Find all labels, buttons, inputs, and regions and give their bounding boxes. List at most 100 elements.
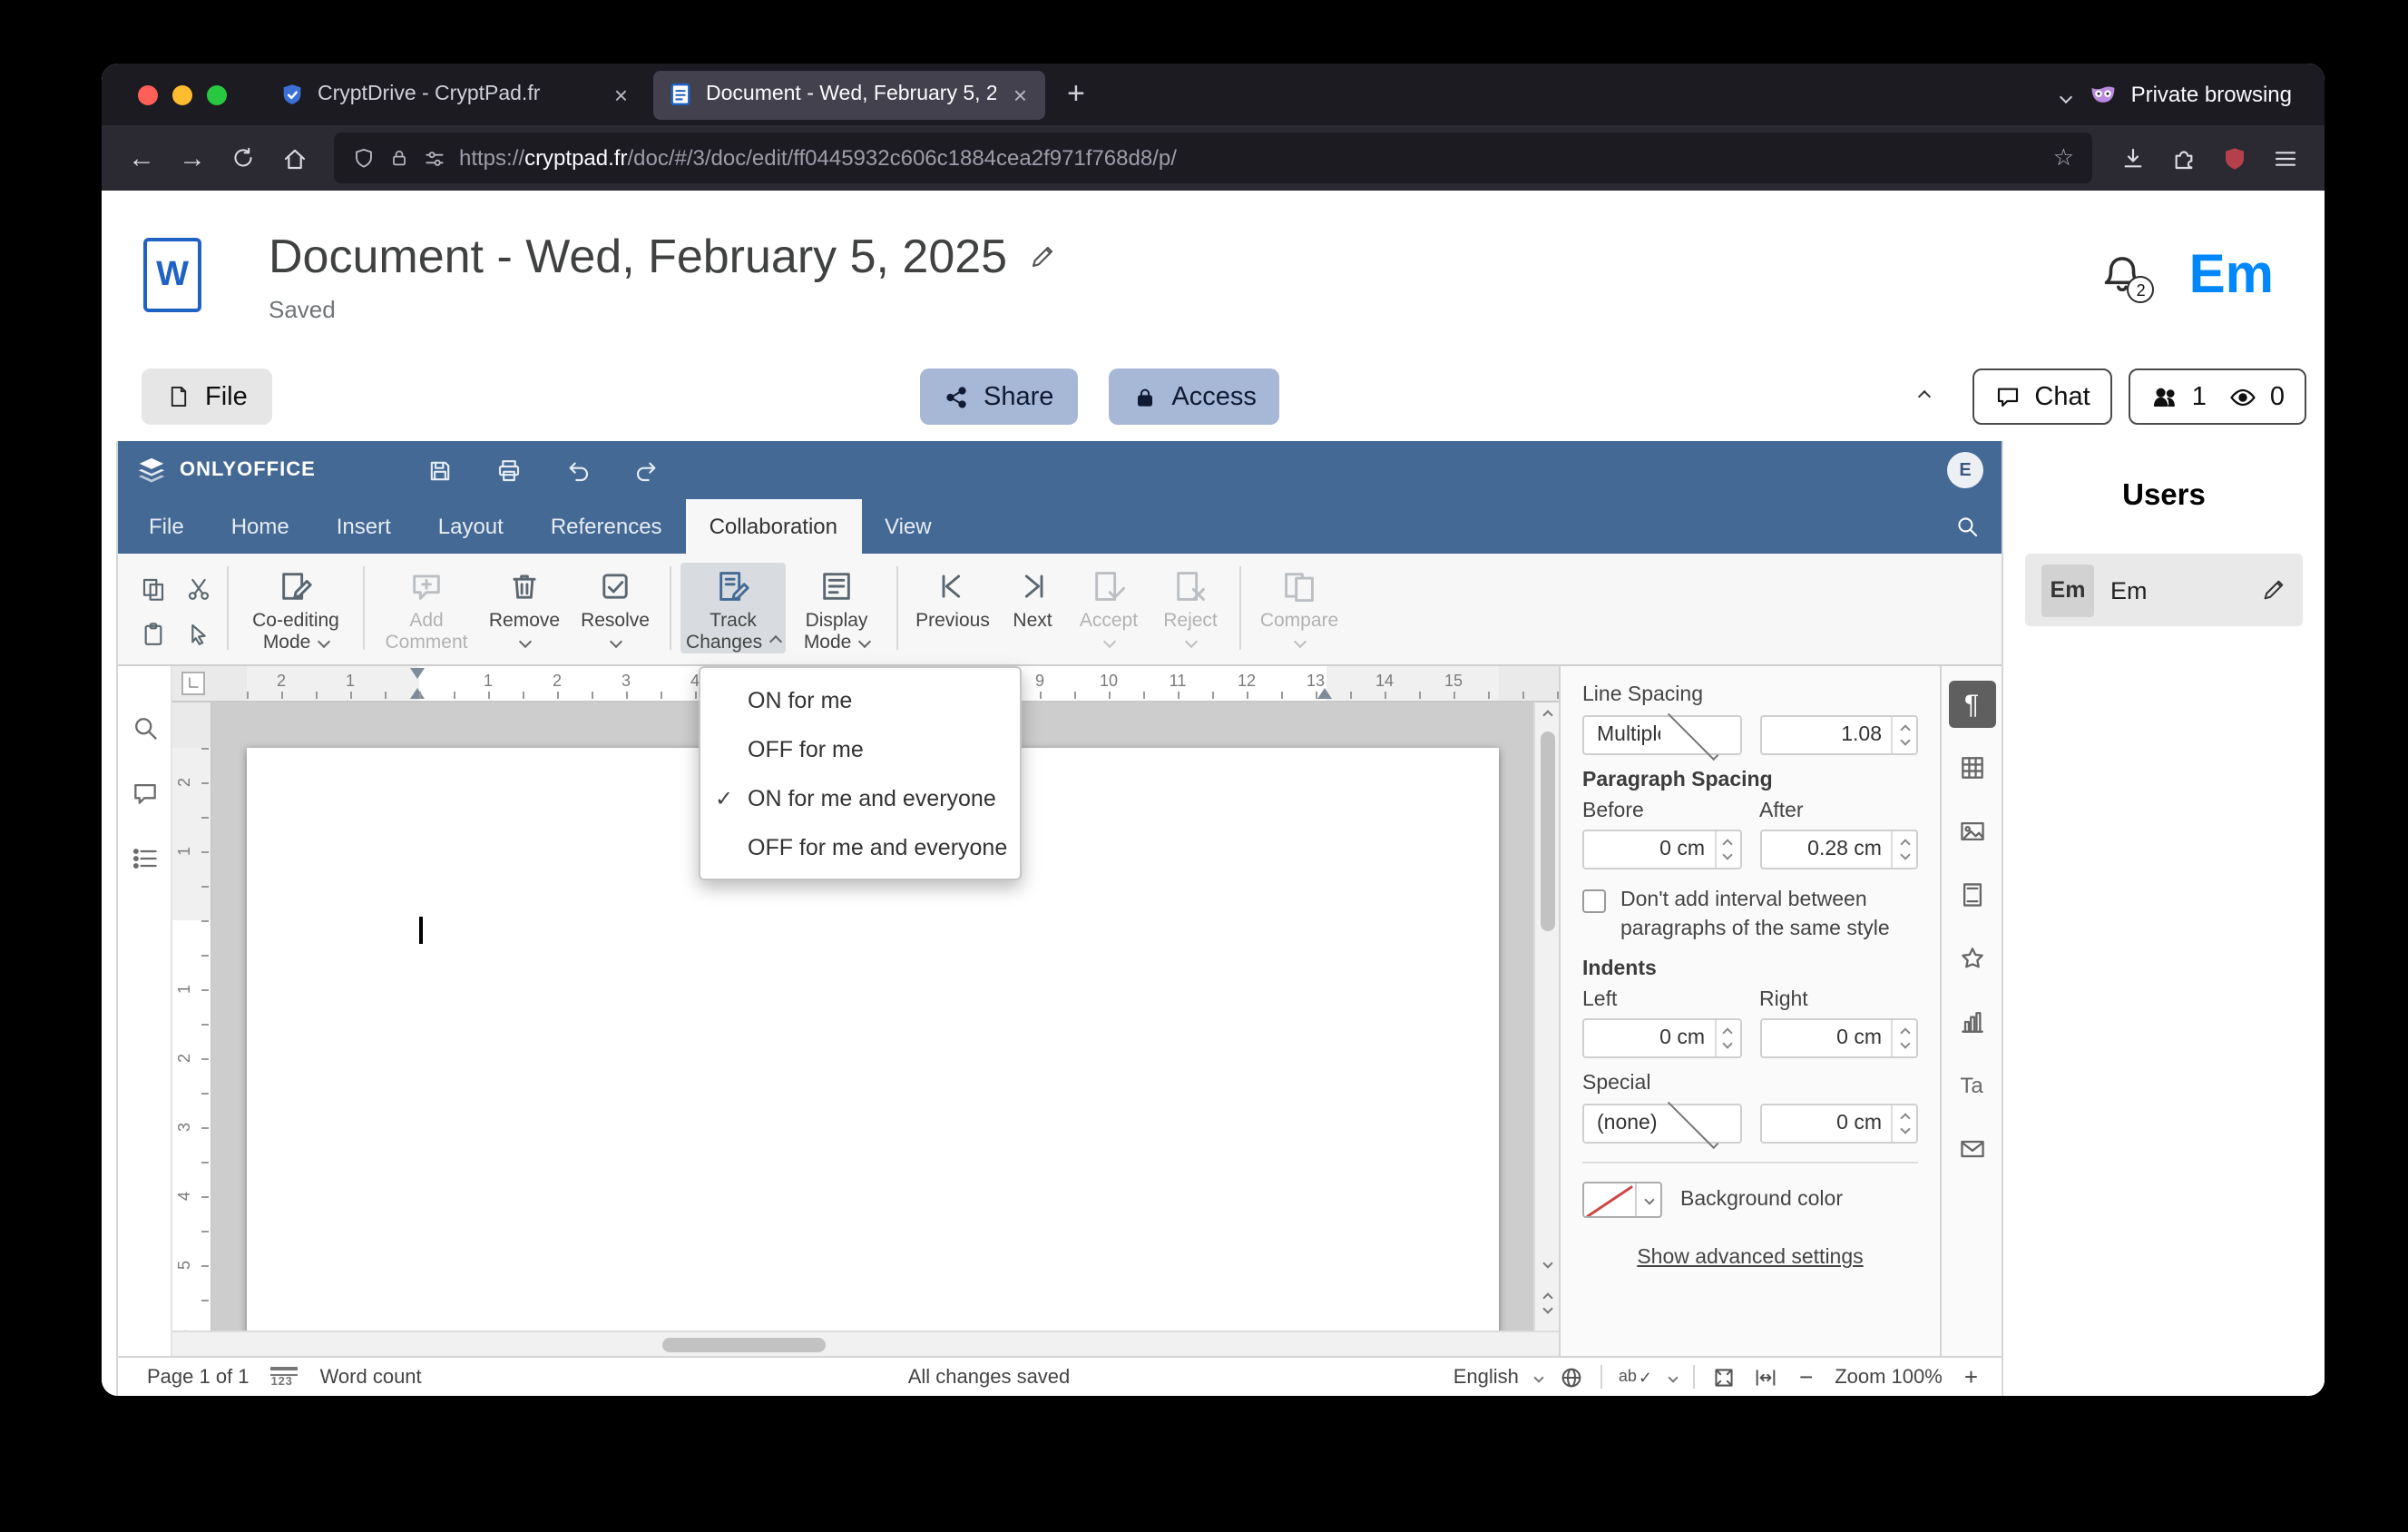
editor-search-button[interactable]: [1933, 499, 2002, 554]
fit-page-icon[interactable]: [1710, 1364, 1736, 1390]
cut-button[interactable]: [178, 568, 218, 608]
table-settings-tab[interactable]: [1948, 744, 1995, 791]
track-changes-option[interactable]: ON for me: [700, 675, 1020, 724]
users-viewers-button[interactable]: 1 0: [2128, 368, 2306, 425]
bookmark-star-icon[interactable]: ☆: [2053, 143, 2074, 172]
word-count-button[interactable]: Word count: [320, 1366, 422, 1388]
menu-tab-references[interactable]: References: [527, 499, 686, 554]
address-bar[interactable]: https://cryptpad.fr/doc/#/3/doc/edit/ff0…: [334, 133, 2092, 183]
zoom-level[interactable]: Zoom 100%: [1835, 1366, 1943, 1388]
close-tab-icon[interactable]: ×: [611, 81, 631, 108]
track-changes-option[interactable]: OFF for me and everyone: [700, 822, 1020, 871]
extensions-button[interactable]: [2158, 133, 2208, 183]
ublock-button[interactable]: [2208, 133, 2259, 183]
back-button[interactable]: ←: [116, 133, 167, 183]
special-indent-input[interactable]: 0 cm: [1759, 1104, 1918, 1144]
paragraph-settings-tab[interactable]: ¶: [1948, 681, 1995, 728]
line-spacing-number-input[interactable]: 1.08: [1759, 715, 1918, 755]
previous-change-button[interactable]: Previous: [907, 563, 998, 632]
minimize-window-button[interactable]: [172, 84, 192, 104]
page-indicator[interactable]: Page 1 of 1: [147, 1366, 250, 1388]
edit-user-name-pencil-icon[interactable]: [2261, 577, 2286, 603]
shape-settings-tab[interactable]: [1948, 935, 1995, 982]
display-mode-button[interactable]: Display Mode: [786, 563, 887, 653]
track-changes-option[interactable]: ✓ ON for me and everyone: [700, 773, 1020, 822]
notifications-button[interactable]: 2: [2100, 252, 2155, 303]
spinner-buttons[interactable]: [1891, 1105, 1916, 1143]
hscroll-thumb[interactable]: [661, 1338, 826, 1352]
chat-button[interactable]: Chat: [1972, 368, 2112, 425]
header-footer-settings-tab[interactable]: [1948, 871, 1995, 918]
track-changes-option[interactable]: OFF for me: [700, 724, 1020, 773]
menu-tab-view[interactable]: View: [861, 499, 955, 554]
close-window-button[interactable]: [138, 84, 158, 104]
spinner-buttons[interactable]: [1714, 831, 1739, 868]
undo-button[interactable]: [557, 450, 597, 490]
reload-button[interactable]: [218, 133, 269, 183]
paste-button[interactable]: [132, 614, 172, 653]
next-page-button[interactable]: [1542, 1303, 1552, 1314]
scroll-up-button[interactable]: [1535, 702, 1559, 728]
spinner-buttons[interactable]: [1891, 1020, 1916, 1057]
close-tab-icon[interactable]: ×: [1010, 81, 1031, 108]
account-avatar[interactable]: Em: [2189, 244, 2274, 306]
chevron-down-icon[interactable]: [1533, 1371, 1544, 1382]
vertical-ruler[interactable]: 2 1 1 2 3 4 5 6: [172, 702, 212, 1331]
comments-icon[interactable]: [130, 779, 159, 808]
downloads-button[interactable]: [2107, 133, 2158, 183]
menu-tab-file[interactable]: File: [125, 499, 208, 554]
spinner-buttons[interactable]: [1891, 831, 1916, 868]
indent-left-input[interactable]: 0 cm: [1582, 1018, 1741, 1059]
home-button[interactable]: [269, 133, 319, 183]
share-button[interactable]: Share: [920, 368, 1078, 425]
next-change-button[interactable]: Next: [998, 563, 1067, 632]
no-interval-checkbox-row[interactable]: Don't add interval between paragraphs of…: [1582, 888, 1918, 944]
language-selector[interactable]: English: [1454, 1366, 1519, 1388]
list-all-tabs-button[interactable]: [2044, 78, 2090, 111]
fit-width-icon[interactable]: [1752, 1364, 1777, 1390]
save-button[interactable]: [419, 450, 459, 490]
resolve-button[interactable]: Resolve: [570, 563, 661, 649]
zoom-out-button[interactable]: −: [1794, 1363, 1818, 1390]
copy-button[interactable]: [132, 568, 172, 608]
special-indent-select[interactable]: (none): [1582, 1097, 1742, 1150]
browser-tab-cryptdrive[interactable]: CryptDrive - CryptPad.fr ×: [265, 70, 646, 119]
color-picker-dropdown[interactable]: [1635, 1183, 1660, 1217]
chart-settings-tab[interactable]: [1948, 998, 1995, 1046]
select-all-button[interactable]: [178, 614, 218, 653]
spacing-after-input[interactable]: 0.28 cm: [1759, 830, 1918, 869]
mail-merge-tab[interactable]: [1948, 1125, 1995, 1173]
coediting-mode-button[interactable]: Co-editing Mode: [238, 563, 354, 653]
show-advanced-settings-link[interactable]: Show advanced settings: [1582, 1247, 1918, 1269]
left-indent-marker[interactable]: [410, 688, 425, 699]
zoom-in-button[interactable]: +: [1959, 1363, 1983, 1390]
scroll-thumb[interactable]: [1541, 732, 1555, 931]
browser-tab-document[interactable]: Document - Wed, February 5, 2025 ×: [653, 70, 1045, 119]
menu-tab-insert[interactable]: Insert: [313, 499, 415, 554]
track-changes-button[interactable]: Track Changes: [680, 563, 786, 654]
menu-tab-collaboration[interactable]: Collaboration: [685, 499, 861, 554]
spacing-before-input[interactable]: 0 cm: [1582, 830, 1741, 869]
spinner-buttons[interactable]: [1891, 717, 1916, 753]
previous-page-button[interactable]: [1542, 1292, 1552, 1303]
chevron-down-icon[interactable]: [1667, 1371, 1678, 1382]
forward-button[interactable]: →: [167, 133, 218, 183]
scroll-down-button[interactable]: [1535, 1251, 1559, 1276]
background-color-picker[interactable]: [1582, 1182, 1662, 1219]
find-icon[interactable]: [130, 713, 159, 742]
first-line-indent-marker[interactable]: [410, 668, 425, 679]
tab-stop-selector[interactable]: [181, 672, 204, 695]
menu-button[interactable]: [2259, 133, 2310, 183]
remove-comment-button[interactable]: Remove: [479, 563, 570, 649]
file-button[interactable]: File: [142, 368, 273, 425]
redo-button[interactable]: [626, 450, 666, 490]
checkbox[interactable]: [1582, 889, 1606, 913]
scroll-track[interactable]: [1535, 728, 1559, 1251]
new-tab-button[interactable]: +: [1049, 76, 1103, 113]
vertical-scrollbar[interactable]: [1533, 702, 1559, 1331]
image-settings-tab[interactable]: [1948, 808, 1995, 855]
editor-user-avatar[interactable]: E: [1947, 452, 1983, 488]
print-button[interactable]: [488, 450, 528, 490]
menu-tab-home[interactable]: Home: [208, 499, 313, 554]
spell-check-button[interactable]: ab ✓: [1619, 1368, 1652, 1386]
